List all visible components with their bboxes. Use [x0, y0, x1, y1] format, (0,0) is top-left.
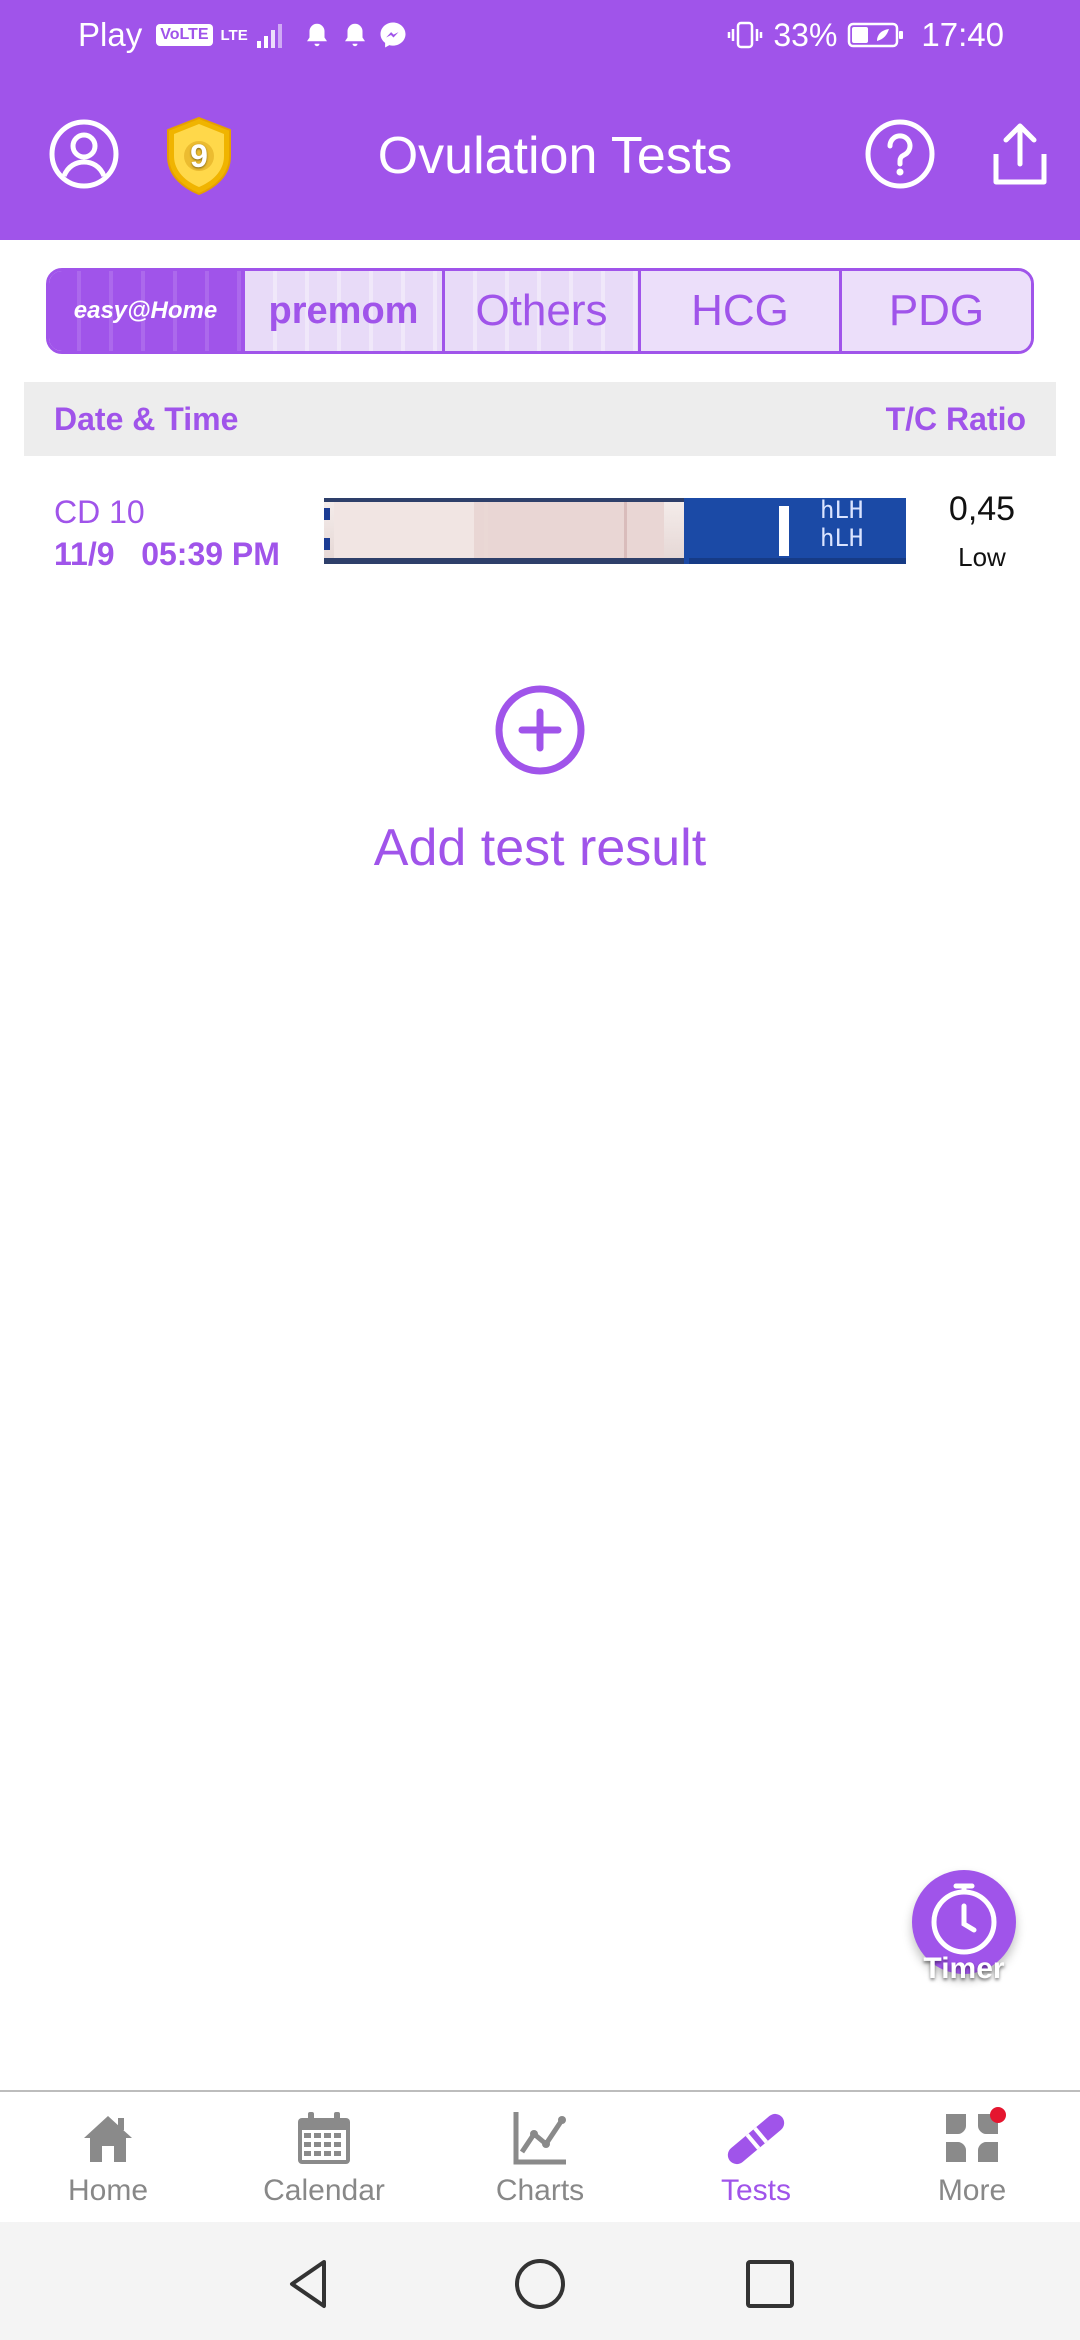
share-icon — [993, 123, 1047, 185]
tab-premom[interactable]: premom — [245, 271, 445, 351]
help-button[interactable] — [864, 118, 936, 190]
level-badge[interactable]: 9 — [164, 116, 234, 196]
tab-easy-home[interactable]: easy@Home — [49, 271, 245, 351]
add-test-label[interactable]: Add test result — [0, 818, 1080, 878]
chart-icon — [513, 2112, 566, 2165]
nav-label: Tests — [720, 2174, 792, 2207]
test-strip-icon — [727, 2113, 785, 2165]
nav-label: Calendar — [263, 2174, 385, 2207]
calendar-icon — [298, 2112, 350, 2164]
nav-tests[interactable]: Tests — [648, 2092, 864, 2222]
clock: 17:40 — [921, 16, 1004, 53]
back-icon[interactable] — [280, 2256, 336, 2312]
tab-label: PDG — [888, 286, 985, 335]
tab-label: premom — [268, 289, 419, 332]
page-title: Ovulation Tests — [377, 127, 733, 185]
help-icon — [865, 119, 935, 189]
lh-level: Low — [958, 542, 1006, 572]
test-strip-image: hLH hLH — [324, 496, 906, 564]
share-button[interactable] — [984, 118, 1056, 190]
add-test-button[interactable] — [494, 684, 586, 776]
tab-label: HCG — [691, 286, 789, 335]
status-left: Play VoLTE LTE — [78, 16, 408, 54]
network-type: LTE — [220, 26, 248, 44]
column-date-time: Date & Time — [54, 400, 239, 437]
nav-more[interactable]: More — [864, 2092, 1080, 2222]
tab-label: Others — [475, 286, 608, 335]
home-icon — [84, 2116, 132, 2162]
column-tc-ratio: T/C Ratio — [885, 400, 1026, 437]
test-datetime: 11/9 05:39 PM — [54, 536, 280, 572]
status-bar: Play VoLTE LTE 33% 17:40 — [0, 0, 1080, 72]
profile-icon — [49, 119, 119, 189]
nav-label: Home — [67, 2174, 149, 2207]
tc-ratio-value: 0,45 — [948, 490, 1016, 528]
tab-pdg[interactable]: PDG — [842, 271, 1031, 351]
status-right: 33% 17:40 — [727, 16, 1004, 54]
app-bar: 9 Ovulation Tests — [0, 90, 1080, 220]
recents-icon[interactable] — [742, 2256, 798, 2312]
nav-label: More — [937, 2174, 1007, 2207]
bell-icon — [344, 23, 365, 47]
battery-percent: 33% — [773, 16, 838, 53]
table-header: Date & Time T/C Ratio — [24, 382, 1056, 456]
notification-dot — [990, 2107, 1006, 2123]
header: Play VoLTE LTE 33% 17:40 9 Ovulation Tes… — [0, 0, 1080, 240]
battery-icon — [848, 22, 904, 48]
profile-button[interactable] — [48, 118, 120, 190]
tab-others[interactable]: Others — [445, 271, 641, 351]
vibrate-icon — [728, 21, 763, 49]
nav-charts[interactable]: Charts — [432, 2092, 648, 2222]
strip-label: hLH — [820, 524, 864, 552]
badge-level: 9 — [190, 138, 208, 174]
carrier-label: Play — [78, 16, 143, 53]
signal-icon — [256, 24, 282, 48]
brand-tabs: easy@Home premom Others HCG PDG — [46, 268, 1034, 354]
messenger-icon — [380, 22, 406, 48]
nav-home[interactable]: Home — [0, 2092, 216, 2222]
strip-label: hLH — [820, 496, 864, 524]
tab-hcg[interactable]: HCG — [641, 271, 842, 351]
tab-label: easy@Home — [73, 297, 218, 324]
home-circle-icon[interactable] — [512, 2256, 568, 2312]
timer-label[interactable]: Timer — [900, 1952, 1028, 1986]
volte-indicator: VoLTE — [156, 24, 213, 46]
bell-icon — [306, 23, 327, 47]
system-nav-bar — [0, 2222, 1080, 2340]
cycle-day: CD 10 — [54, 494, 145, 530]
nav-label: Charts — [495, 2174, 585, 2207]
bottom-nav: Home Calendar Charts Tests More — [0, 2090, 1080, 2222]
add-circle-icon — [495, 685, 585, 775]
nav-calendar[interactable]: Calendar — [216, 2092, 432, 2222]
test-row[interactable]: CD 10 11/9 05:39 PM hLH hLH 0,45 Low — [24, 480, 1056, 590]
